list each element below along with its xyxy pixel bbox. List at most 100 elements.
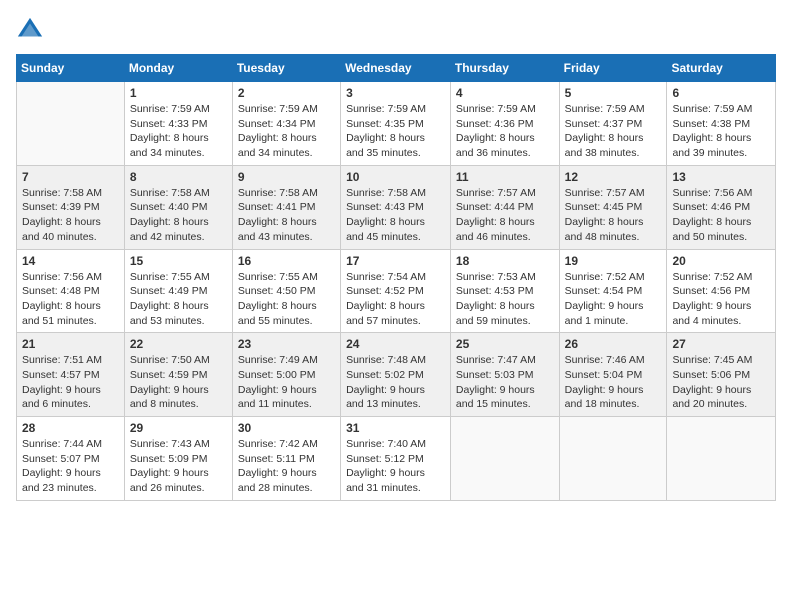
calendar-week-row: 7Sunrise: 7:58 AM Sunset: 4:39 PM Daylig… <box>17 165 776 249</box>
day-number: 21 <box>22 337 119 351</box>
cell-content: Sunrise: 7:55 AM Sunset: 4:50 PM Dayligh… <box>238 270 335 329</box>
calendar-cell: 1 Sunrise: 7:59 AM Sunset: 4:33 PM Daylig… <box>124 82 232 166</box>
cell-content: Sunrise: 7:47 AM Sunset: 5:03 PM Dayligh… <box>456 353 554 412</box>
calendar-cell: 2 Sunrise: 7:59 AM Sunset: 4:34 PM Daylig… <box>232 82 340 166</box>
calendar-cell: 9Sunrise: 7:58 AM Sunset: 4:41 PM Daylig… <box>232 165 340 249</box>
cell-content: Sunrise: 7:45 AM Sunset: 5:06 PM Dayligh… <box>672 353 770 412</box>
day-number: 24 <box>346 337 445 351</box>
calendar-cell <box>450 417 559 501</box>
day-number: 13 <box>672 170 770 184</box>
cell-content: Sunrise: 7:58 AM Sunset: 4:40 PM Dayligh… <box>130 186 227 245</box>
calendar-week-row: 1 Sunrise: 7:59 AM Sunset: 4:33 PM Daylig… <box>17 82 776 166</box>
day-number: 15 <box>130 254 227 268</box>
day-number: 17 <box>346 254 445 268</box>
day-number: 2 <box>238 86 335 100</box>
calendar-cell <box>667 417 776 501</box>
cell-content: Sunrise: 7:57 AM Sunset: 4:45 PM Dayligh… <box>565 186 662 245</box>
day-number: 14 <box>22 254 119 268</box>
calendar-week-row: 21 Sunrise: 7:51 AM Sunset: 4:57 PM Dayli… <box>17 333 776 417</box>
calendar-cell: 13 Sunrise: 7:56 AM Sunset: 4:46 PM Dayli… <box>667 165 776 249</box>
day-number: 22 <box>130 337 227 351</box>
cell-content: Sunrise: 7:52 AM Sunset: 4:56 PM Dayligh… <box>672 270 770 329</box>
day-number: 23 <box>238 337 335 351</box>
weekday-header: Sunday <box>17 55 125 82</box>
calendar-cell: 31Sunrise: 7:40 AM Sunset: 5:12 PM Dayli… <box>341 417 451 501</box>
calendar-cell <box>559 417 667 501</box>
day-number: 1 <box>130 86 227 100</box>
day-number: 19 <box>565 254 662 268</box>
day-number: 27 <box>672 337 770 351</box>
cell-content: Sunrise: 7:58 AM Sunset: 4:43 PM Dayligh… <box>346 186 445 245</box>
day-number: 3 <box>346 86 445 100</box>
calendar-cell: 20 Sunrise: 7:52 AM Sunset: 4:56 PM Dayli… <box>667 249 776 333</box>
calendar-cell: 24 Sunrise: 7:48 AM Sunset: 5:02 PM Dayli… <box>341 333 451 417</box>
calendar-cell: 27 Sunrise: 7:45 AM Sunset: 5:06 PM Dayli… <box>667 333 776 417</box>
calendar-cell: 16 Sunrise: 7:55 AM Sunset: 4:50 PM Dayli… <box>232 249 340 333</box>
cell-content: Sunrise: 7:59 AM Sunset: 4:36 PM Dayligh… <box>456 102 554 161</box>
calendar-cell: 18Sunrise: 7:53 AM Sunset: 4:53 PM Dayli… <box>450 249 559 333</box>
cell-content: Sunrise: 7:56 AM Sunset: 4:46 PM Dayligh… <box>672 186 770 245</box>
day-number: 10 <box>346 170 445 184</box>
weekday-header: Thursday <box>450 55 559 82</box>
cell-content: Sunrise: 7:49 AM Sunset: 5:00 PM Dayligh… <box>238 353 335 412</box>
cell-content: Sunrise: 7:44 AM Sunset: 5:07 PM Dayligh… <box>22 437 119 496</box>
day-number: 31 <box>346 421 445 435</box>
day-number: 29 <box>130 421 227 435</box>
weekday-header: Saturday <box>667 55 776 82</box>
day-number: 11 <box>456 170 554 184</box>
day-number: 28 <box>22 421 119 435</box>
cell-content: Sunrise: 7:43 AM Sunset: 5:09 PM Dayligh… <box>130 437 227 496</box>
calendar-cell <box>17 82 125 166</box>
calendar-cell: 21 Sunrise: 7:51 AM Sunset: 4:57 PM Dayli… <box>17 333 125 417</box>
cell-content: Sunrise: 7:59 AM Sunset: 4:37 PM Dayligh… <box>565 102 662 161</box>
cell-content: Sunrise: 7:59 AM Sunset: 4:35 PM Dayligh… <box>346 102 445 161</box>
calendar-week-row: 28 Sunrise: 7:44 AM Sunset: 5:07 PM Dayli… <box>17 417 776 501</box>
weekday-header: Wednesday <box>341 55 451 82</box>
calendar-cell: 26 Sunrise: 7:46 AM Sunset: 5:04 PM Dayli… <box>559 333 667 417</box>
cell-content: Sunrise: 7:54 AM Sunset: 4:52 PM Dayligh… <box>346 270 445 329</box>
page-header <box>16 16 776 44</box>
day-number: 12 <box>565 170 662 184</box>
logo-icon <box>16 16 44 44</box>
calendar-cell: 7Sunrise: 7:58 AM Sunset: 4:39 PM Daylig… <box>17 165 125 249</box>
calendar-cell: 15 Sunrise: 7:55 AM Sunset: 4:49 PM Dayli… <box>124 249 232 333</box>
cell-content: Sunrise: 7:55 AM Sunset: 4:49 PM Dayligh… <box>130 270 227 329</box>
day-number: 26 <box>565 337 662 351</box>
calendar-cell: 29 Sunrise: 7:43 AM Sunset: 5:09 PM Dayli… <box>124 417 232 501</box>
day-number: 5 <box>565 86 662 100</box>
day-number: 16 <box>238 254 335 268</box>
logo <box>16 16 48 44</box>
calendar-cell: 4 Sunrise: 7:59 AM Sunset: 4:36 PM Daylig… <box>450 82 559 166</box>
day-number: 4 <box>456 86 554 100</box>
weekday-header: Monday <box>124 55 232 82</box>
calendar-cell: 30 Sunrise: 7:42 AM Sunset: 5:11 PM Dayli… <box>232 417 340 501</box>
calendar-cell: 23 Sunrise: 7:49 AM Sunset: 5:00 PM Dayli… <box>232 333 340 417</box>
cell-content: Sunrise: 7:46 AM Sunset: 5:04 PM Dayligh… <box>565 353 662 412</box>
cell-content: Sunrise: 7:52 AM Sunset: 4:54 PM Dayligh… <box>565 270 662 329</box>
calendar-cell: 28 Sunrise: 7:44 AM Sunset: 5:07 PM Dayli… <box>17 417 125 501</box>
cell-content: Sunrise: 7:57 AM Sunset: 4:44 PM Dayligh… <box>456 186 554 245</box>
cell-content: Sunrise: 7:59 AM Sunset: 4:33 PM Dayligh… <box>130 102 227 161</box>
weekday-header: Tuesday <box>232 55 340 82</box>
weekday-header: Friday <box>559 55 667 82</box>
calendar-cell: 3 Sunrise: 7:59 AM Sunset: 4:35 PM Daylig… <box>341 82 451 166</box>
day-number: 20 <box>672 254 770 268</box>
day-number: 25 <box>456 337 554 351</box>
cell-content: Sunrise: 7:48 AM Sunset: 5:02 PM Dayligh… <box>346 353 445 412</box>
calendar-cell: 14 Sunrise: 7:56 AM Sunset: 4:48 PM Dayli… <box>17 249 125 333</box>
cell-content: Sunrise: 7:50 AM Sunset: 4:59 PM Dayligh… <box>130 353 227 412</box>
calendar-table: SundayMondayTuesdayWednesdayThursdayFrid… <box>16 54 776 501</box>
cell-content: Sunrise: 7:42 AM Sunset: 5:11 PM Dayligh… <box>238 437 335 496</box>
calendar-cell: 8 Sunrise: 7:58 AM Sunset: 4:40 PM Daylig… <box>124 165 232 249</box>
calendar-cell: 10 Sunrise: 7:58 AM Sunset: 4:43 PM Dayli… <box>341 165 451 249</box>
day-number: 30 <box>238 421 335 435</box>
cell-content: Sunrise: 7:59 AM Sunset: 4:34 PM Dayligh… <box>238 102 335 161</box>
calendar-cell: 6Sunrise: 7:59 AM Sunset: 4:38 PM Daylig… <box>667 82 776 166</box>
cell-content: Sunrise: 7:51 AM Sunset: 4:57 PM Dayligh… <box>22 353 119 412</box>
cell-content: Sunrise: 7:53 AM Sunset: 4:53 PM Dayligh… <box>456 270 554 329</box>
day-number: 9 <box>238 170 335 184</box>
day-number: 6 <box>672 86 770 100</box>
cell-content: Sunrise: 7:56 AM Sunset: 4:48 PM Dayligh… <box>22 270 119 329</box>
calendar-header-row: SundayMondayTuesdayWednesdayThursdayFrid… <box>17 55 776 82</box>
day-number: 8 <box>130 170 227 184</box>
